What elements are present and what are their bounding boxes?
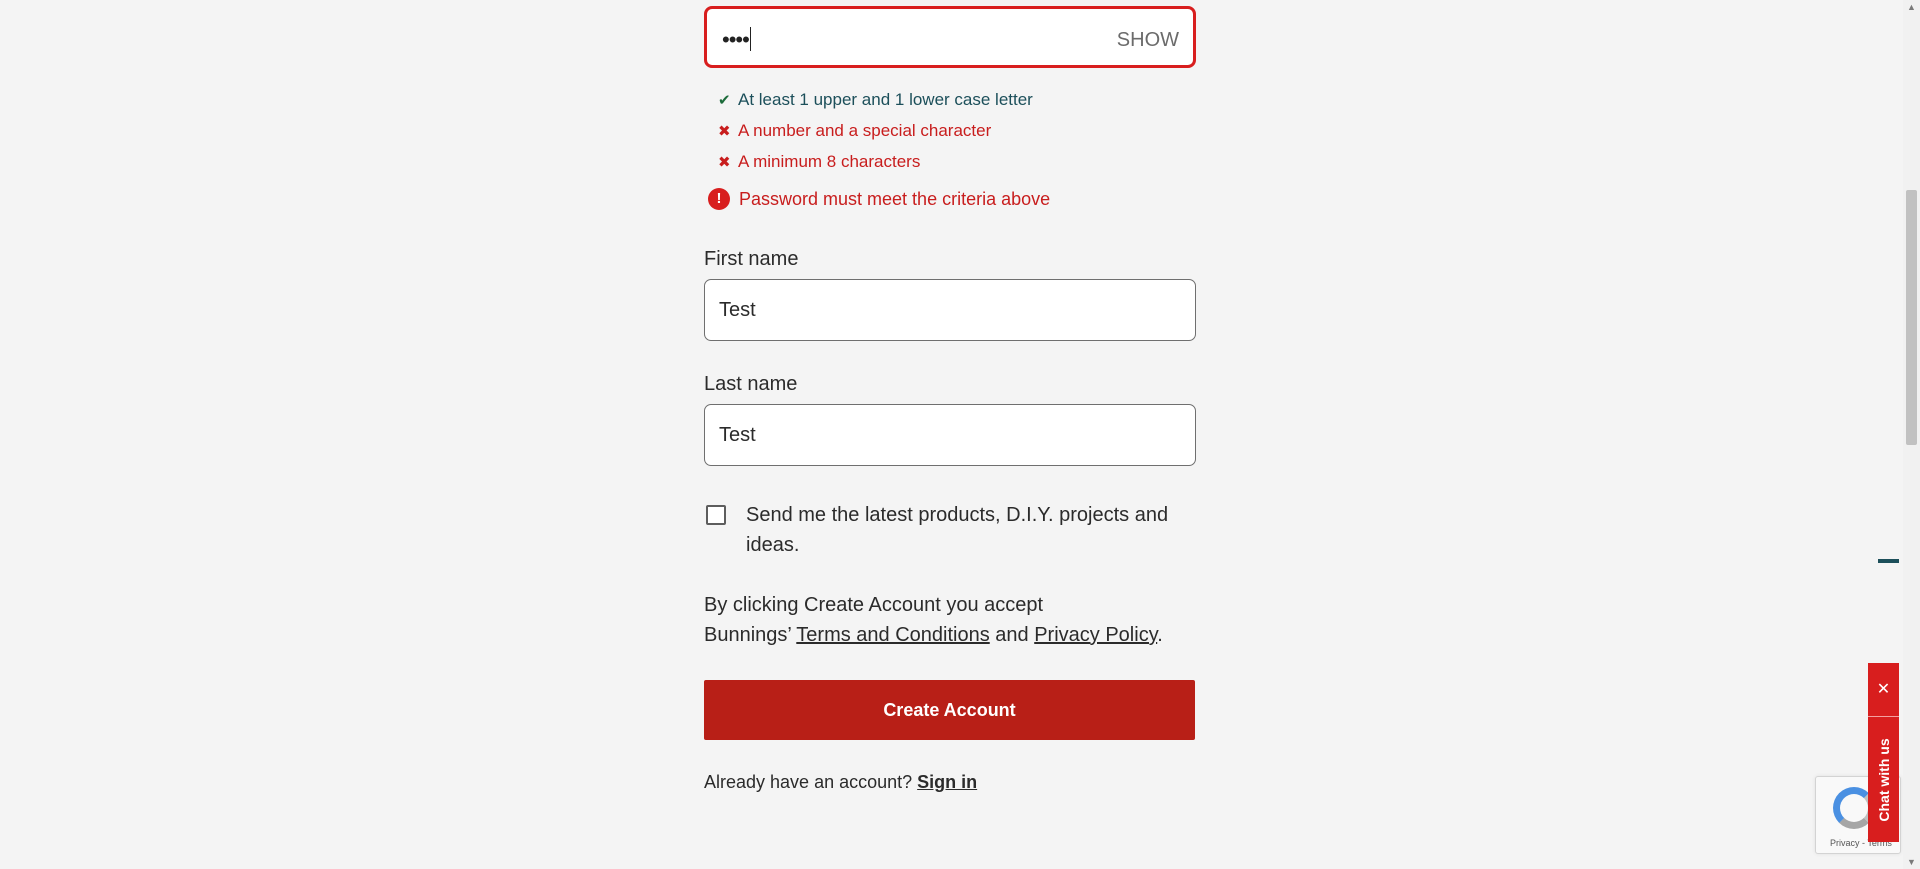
terms-prefix: Bunnings’ (704, 624, 797, 646)
newsletter-label[interactable]: Send me the latest products, D.I.Y. proj… (746, 500, 1186, 560)
newsletter-option: Send me the latest products, D.I.Y. proj… (706, 500, 1186, 560)
create-account-button[interactable]: Create Account (704, 680, 1195, 740)
criteria-item-case: ✔ At least 1 upper and 1 lower case lett… (718, 84, 1033, 115)
terms-notice: By clicking Create Account you accept Bu… (704, 590, 1196, 650)
error-icon: ! (708, 188, 730, 210)
first-name-label: First name (704, 248, 799, 270)
criteria-item-length: ✖ A minimum 8 characters (718, 146, 1033, 177)
chat-with-us-button[interactable]: Chat with us (1868, 717, 1899, 842)
scroll-up-arrow-icon[interactable]: ▲ (1907, 2, 1916, 12)
last-name-field[interactable] (704, 404, 1196, 466)
cross-icon: ✖ (718, 122, 731, 140)
check-icon: ✔ (718, 91, 731, 109)
chat-widget: ✕ Chat with us (1868, 663, 1899, 842)
scroll-down-arrow-icon[interactable]: ▼ (1907, 857, 1916, 867)
cross-icon: ✖ (718, 153, 731, 171)
vertical-scrollbar[interactable]: ▲ ▼ (1903, 0, 1920, 869)
signin-prompt-text: Already have an account? (704, 772, 918, 792)
criteria-item-number-special: ✖ A number and a special character (718, 115, 1033, 146)
close-icon[interactable]: ✕ (1868, 663, 1899, 717)
privacy-policy-link[interactable]: Privacy Policy (1034, 624, 1157, 646)
scroll-thumb[interactable] (1906, 190, 1917, 445)
terms-line-2: Bunnings’ Terms and Conditions and Priva… (704, 620, 1196, 650)
chat-label: Chat with us (1875, 737, 1892, 822)
terms-suffix: . (1157, 624, 1163, 646)
password-error-message: ! Password must meet the criteria above (708, 188, 1050, 210)
side-indicator (1878, 559, 1899, 563)
sign-in-link[interactable]: Sign in (917, 772, 977, 792)
criteria-text: A number and a special character (738, 120, 992, 140)
terms-and-conditions-link[interactable]: Terms and Conditions (796, 624, 989, 646)
criteria-text: A minimum 8 characters (738, 151, 921, 171)
password-masked-value[interactable]: •••• (722, 27, 751, 53)
password-criteria-list: ✔ At least 1 upper and 1 lower case lett… (718, 84, 1033, 177)
signin-prompt: Already have an account? Sign in (704, 772, 977, 793)
text-caret (749, 27, 751, 51)
password-error-text: Password must meet the criteria above (739, 188, 1051, 209)
last-name-label: Last name (704, 373, 798, 395)
terms-line-1: By clicking Create Account you accept (704, 594, 1044, 616)
terms-middle: and (989, 624, 1035, 646)
password-field[interactable]: •••• SHOW (704, 6, 1196, 68)
first-name-field[interactable] (704, 279, 1196, 341)
criteria-text: At least 1 upper and 1 lower case letter (738, 89, 1033, 109)
newsletter-checkbox[interactable] (706, 505, 726, 525)
show-password-button[interactable]: SHOW (1117, 29, 1179, 52)
